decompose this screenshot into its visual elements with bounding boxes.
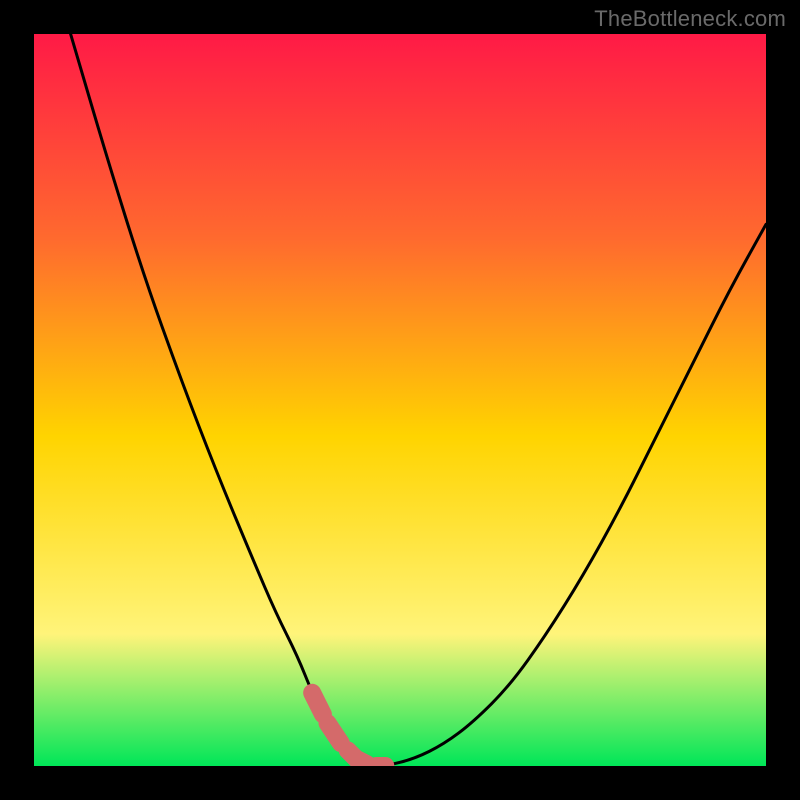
chart-frame: TheBottleneck.com (0, 0, 800, 800)
chart-svg (34, 34, 766, 766)
watermark-text: TheBottleneck.com (594, 6, 786, 32)
plot-area (34, 34, 766, 766)
gradient-background (34, 34, 766, 766)
